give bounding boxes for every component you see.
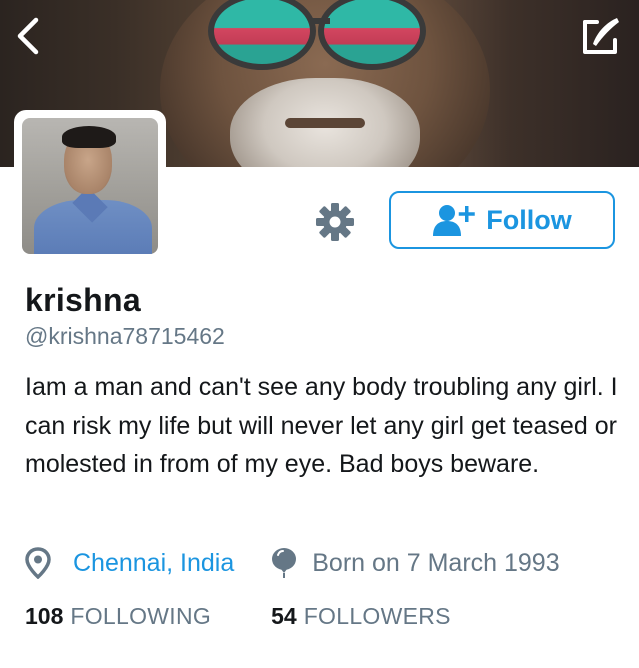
follow-button[interactable]: Follow (389, 191, 615, 249)
profile-meta: Chennai, India Born on 7 March 1993 (25, 545, 560, 581)
profile-stats: 108 FOLLOWING 54 FOLLOWERS (25, 603, 451, 630)
following-count: 108 (25, 603, 64, 629)
avatar[interactable] (22, 118, 158, 254)
follow-label: Follow (486, 204, 572, 235)
location-pin-icon (25, 547, 51, 579)
followers-count: 54 (271, 603, 297, 629)
settings-button[interactable] (312, 201, 358, 243)
profile-name: krishna (25, 282, 141, 318)
followers-link[interactable]: 54 FOLLOWERS (271, 603, 451, 630)
gear-icon (316, 203, 354, 241)
profile-handle: @krishna78715462 (25, 323, 225, 349)
back-button[interactable] (8, 14, 48, 58)
followers-label: FOLLOWERS (303, 603, 451, 629)
following-link[interactable]: 108 FOLLOWING (25, 603, 211, 630)
chevron-left-icon (17, 17, 39, 55)
compose-icon (583, 18, 619, 54)
location-link[interactable]: Chennai, India (73, 549, 234, 578)
compose-button[interactable] (577, 14, 625, 58)
add-user-icon (433, 205, 475, 236)
profile-bio: Iam a man and can't see any body troubli… (25, 373, 618, 478)
balloon-icon (272, 548, 297, 578)
avatar-frame (14, 110, 166, 262)
birthday-text: Born on 7 March 1993 (312, 548, 560, 577)
following-label: FOLLOWING (70, 603, 212, 629)
